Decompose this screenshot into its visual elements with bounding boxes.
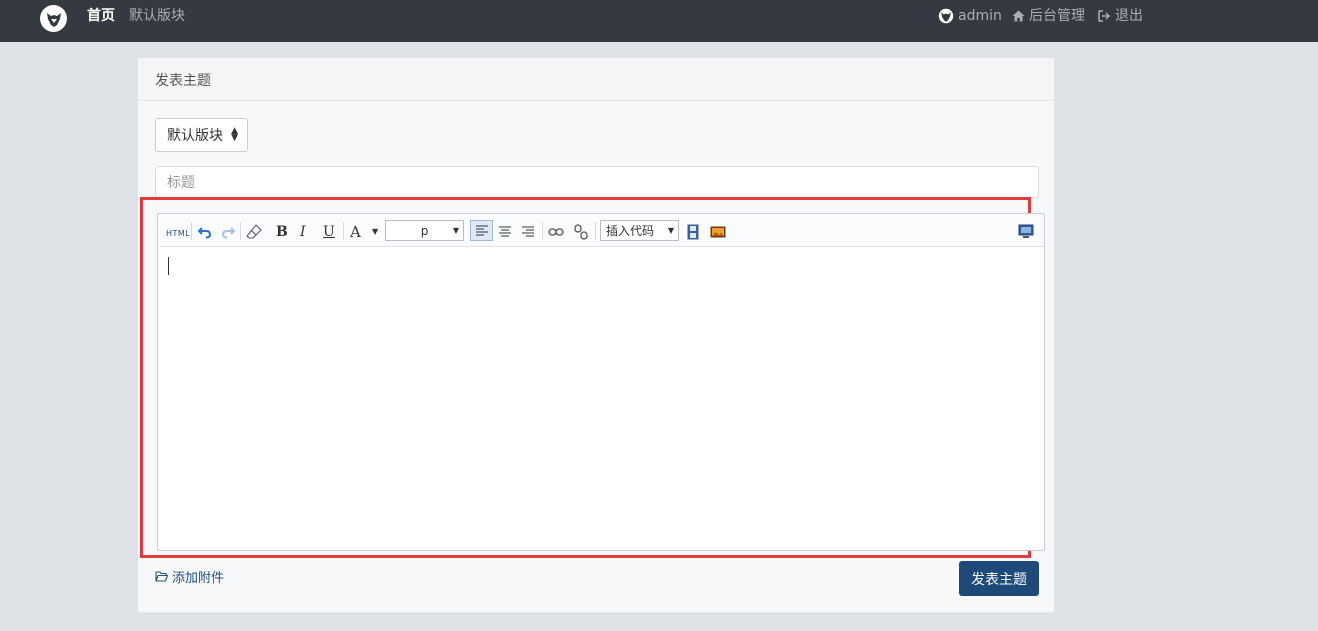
user-avatar-icon [938,8,954,24]
post-card: 发表主题 默认版块 ▲ ▼ 标题 HTML B I U A ▼ p ▼ 插入代码… [137,57,1055,613]
link-icon[interactable] [548,223,564,240]
logo-icon[interactable] [40,5,67,32]
text-cursor [168,257,169,275]
select-caret-icon: ▲ ▼ [231,126,238,143]
toolbar-separator [343,222,344,240]
editor-toolbar: HTML B I U A ▼ p ▼ 插入代码 ▼ [160,214,1044,247]
bold-button[interactable]: B [276,223,288,240]
chevron-down-icon: ▼ [452,226,459,235]
nav-user-link[interactable]: admin [938,8,1002,24]
undo-icon[interactable] [198,223,212,240]
nav-home-link[interactable]: 首页 [87,8,115,24]
align-center-icon[interactable] [498,223,512,240]
home-icon [1012,10,1025,22]
title-placeholder: 标题 [167,175,195,191]
toolbar-separator [191,222,192,240]
forum-select[interactable]: 默认版块 ▲ ▼ [155,118,248,152]
nav-admin-link[interactable]: 后台管理 [1012,8,1085,24]
title-input[interactable]: 标题 [155,166,1039,198]
submit-post-button[interactable]: 发表主题 [959,561,1039,596]
folder-open-icon [155,571,168,582]
video-icon[interactable] [687,223,699,240]
forum-select-value: 默认版块 [167,128,223,144]
align-right-icon[interactable] [521,223,535,240]
nav-user-label: admin [958,8,1002,24]
editor-highlight-box: HTML B I U A ▼ p ▼ 插入代码 ▼ [140,197,1045,558]
add-attachment-label: 添加附件 [172,571,225,586]
redo-icon[interactable] [221,223,235,240]
insert-code-select[interactable]: 插入代码 ▼ [600,220,679,241]
paragraph-format-select[interactable]: p ▼ [385,220,464,241]
italic-button[interactable]: I [300,223,306,240]
fullscreen-icon[interactable] [1018,223,1034,240]
nav-logout-label: 退出 [1115,8,1143,24]
toolbar-separator [240,222,241,240]
unlink-icon[interactable] [573,223,589,240]
underline-button[interactable]: U [323,223,335,240]
align-left-icon[interactable] [470,220,493,241]
insert-code-label: 插入代码 [606,224,655,238]
logout-icon [1098,10,1111,22]
toolbar-separator [595,222,596,240]
eraser-icon[interactable] [246,223,262,240]
font-color-button[interactable]: A [350,223,361,241]
nav-logout-link[interactable]: 退出 [1098,8,1143,24]
paragraph-format-value: p [420,223,429,238]
rich-text-editor: HTML B I U A ▼ p ▼ 插入代码 ▼ [157,213,1045,551]
chevron-down-icon: ▼ [667,226,674,235]
html-source-button[interactable]: HTML [166,225,190,242]
image-icon[interactable] [710,223,726,240]
editor-content-area[interactable] [160,248,1044,548]
nav-admin-label: 后台管理 [1029,8,1085,24]
font-color-dropdown-icon[interactable]: ▼ [372,223,378,240]
toolbar-separator [542,222,543,240]
nav-forum-link[interactable]: 默认版块 [129,8,185,24]
card-header: 发表主题 [138,58,1054,101]
add-attachment-link[interactable]: 添加附件 [155,567,224,586]
top-navbar: 首页 默认版块 admin 后台管理 退出 [0,0,1318,42]
